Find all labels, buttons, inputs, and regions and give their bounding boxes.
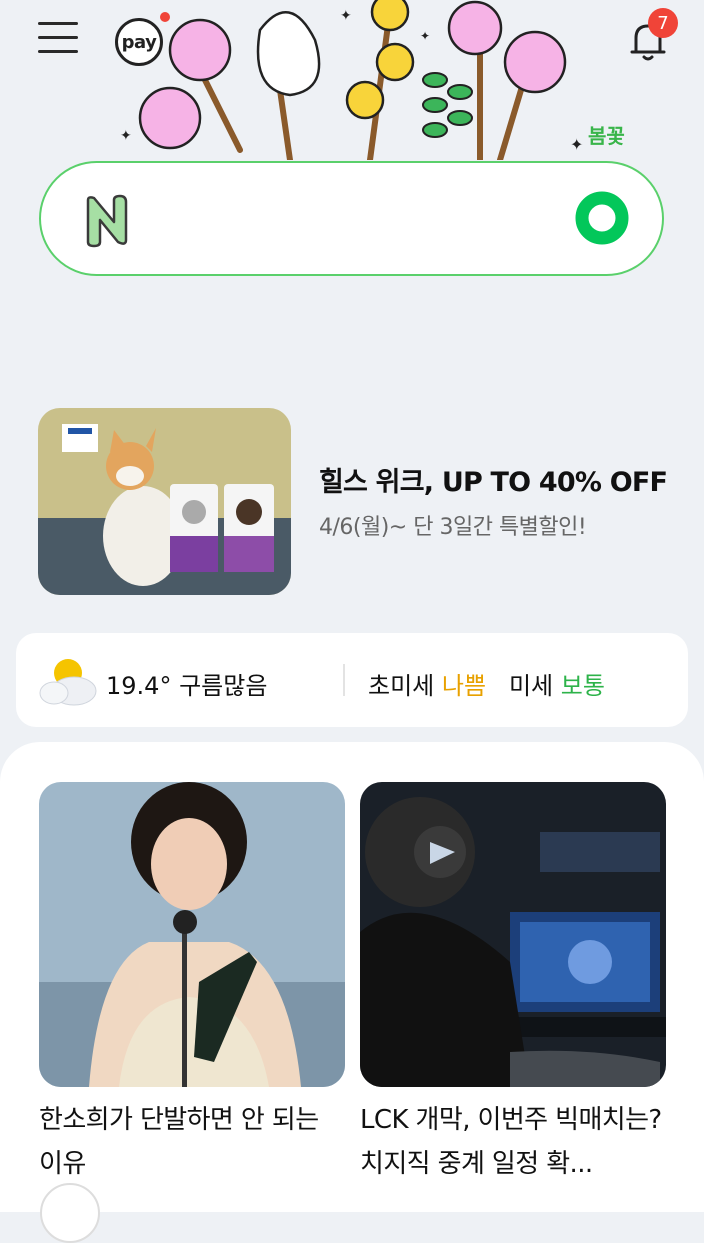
svg-text:✦: ✦ bbox=[570, 135, 583, 154]
news-title-2[interactable]: LCK 개막, 이번주 빅매치는? 치지직 중계 일정 확... bbox=[360, 1098, 670, 1186]
dust-info[interactable]: 초미세 나쁨 미세 보통 bbox=[368, 666, 605, 701]
ad-subtitle: 4/6(월)~ 단 3일간 특별할인! bbox=[319, 515, 587, 540]
partly-cloudy-icon bbox=[39, 659, 97, 706]
news-image-2[interactable] bbox=[360, 782, 666, 1087]
svg-text:✦: ✦ bbox=[420, 29, 430, 43]
temperature: 19.4° bbox=[106, 672, 172, 700]
news-title-1[interactable]: 한소희가 단발하면 안 되는 이유 bbox=[39, 1098, 349, 1186]
weather-summary[interactable]: 19.4° 구름많음 bbox=[106, 666, 267, 701]
news-image-1[interactable] bbox=[39, 782, 345, 1087]
news-source-avatar[interactable] bbox=[40, 1183, 100, 1243]
fine-dust-label: 초미세 bbox=[368, 672, 435, 700]
dust-label: 미세 bbox=[508, 672, 554, 700]
green-dot-search-icon[interactable] bbox=[574, 190, 630, 246]
naver-n-logo-icon[interactable] bbox=[80, 192, 132, 248]
weather-divider bbox=[343, 664, 345, 696]
fine-dust-status: 나쁨 bbox=[441, 672, 487, 700]
spring-flower-doodle[interactable]: ✦ ✦ ✦ ✦ bbox=[100, 0, 640, 160]
svg-text:✦: ✦ bbox=[340, 8, 352, 24]
notification-badge: 7 bbox=[648, 8, 678, 38]
doodle-tag: 봄꽃 bbox=[588, 124, 625, 148]
ad-title[interactable]: 힐스 위크, UP TO 40% OFF bbox=[319, 460, 668, 499]
menu-icon bbox=[38, 22, 78, 25]
ad-image[interactable] bbox=[38, 408, 291, 595]
svg-text:✦: ✦ bbox=[120, 128, 132, 144]
weather-condition: 구름많음 bbox=[179, 672, 268, 700]
search-input[interactable] bbox=[151, 193, 585, 245]
dust-status: 보통 bbox=[560, 672, 605, 700]
menu-button[interactable] bbox=[38, 22, 78, 58]
search-bar[interactable] bbox=[39, 161, 664, 276]
